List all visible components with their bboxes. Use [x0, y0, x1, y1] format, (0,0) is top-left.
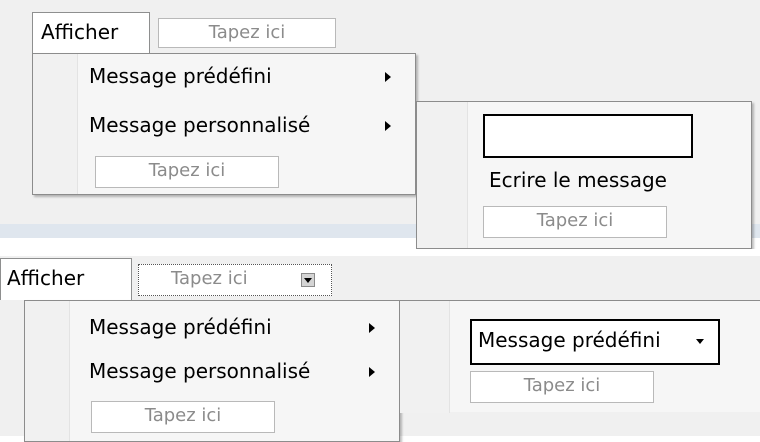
- bottom-message-combobox-value: Message prédéfini: [478, 328, 661, 352]
- top-submenu-item-ecrire-label: Ecrire le message: [489, 168, 667, 192]
- top-submenu: Ecrire le message Tapez ici: [416, 101, 752, 249]
- bottom-menu-item-predefini[interactable]: Message prédéfini: [89, 313, 389, 343]
- top-menu-afficher[interactable]: Afficher: [32, 12, 150, 54]
- bottom-menu-afficher[interactable]: Afficher: [0, 258, 132, 300]
- top-menu-typehere[interactable]: Tapez ici: [95, 156, 279, 188]
- top-menu-item-personnalise-label: Message personnalisé: [89, 113, 311, 137]
- bottom-menu-item-personnalise-label: Message personnalisé: [89, 359, 311, 383]
- submenu-arrow-icon: [385, 121, 391, 131]
- chevron-down-icon: [304, 278, 312, 283]
- top-menubar-typehere-label: Tapez ici: [208, 22, 286, 43]
- bottom-dropdown-menu: Message prédéfini Message personnalisé T…: [24, 300, 400, 442]
- bottom-dropdown-gutter: [25, 301, 70, 441]
- bottom-menu-item-personnalise[interactable]: Message personnalisé: [89, 357, 389, 387]
- bottom-submenu: Message prédéfini Tapez ici: [400, 300, 760, 413]
- bottom-submenu-typehere-label: Tapez ici: [523, 375, 601, 396]
- top-menu-item-predefini[interactable]: Message prédéfini: [89, 62, 399, 92]
- top-menu-typehere-label: Tapez ici: [148, 160, 226, 181]
- top-message-textbox[interactable]: [483, 114, 693, 158]
- screenshot-separator: [0, 249, 760, 256]
- top-submenu-item-ecrire[interactable]: Ecrire le message: [489, 166, 729, 196]
- bottom-typehere-dropdown-button[interactable]: [301, 273, 315, 287]
- top-menu-afficher-label: Afficher: [41, 20, 119, 44]
- bottom-submenu-gutter: [400, 301, 450, 413]
- bottom-submenu-typehere[interactable]: Tapez ici: [470, 371, 654, 403]
- top-submenu-typehere-label: Tapez ici: [536, 210, 614, 231]
- top-dropdown-menu: Message prédéfini Message personnalisé T…: [32, 53, 416, 195]
- submenu-arrow-icon: [369, 367, 375, 377]
- submenu-arrow-icon: [369, 323, 375, 333]
- top-submenu-gutter: [417, 102, 468, 248]
- chevron-down-icon[interactable]: [696, 339, 704, 344]
- bottom-menubar-typehere-label: Tapez ici: [171, 268, 248, 289]
- bottom-menu-afficher-label: Afficher: [7, 266, 85, 290]
- top-menu-item-personnalise[interactable]: Message personnalisé: [89, 111, 399, 141]
- bottom-menubar-typehere[interactable]: Tapez ici: [138, 264, 332, 296]
- top-submenu-typehere[interactable]: Tapez ici: [483, 206, 667, 238]
- bottom-message-combobox[interactable]: Message prédéfini: [470, 319, 720, 365]
- bottom-menu-typehere[interactable]: Tapez ici: [91, 401, 275, 433]
- bottom-menu-item-predefini-label: Message prédéfini: [89, 315, 272, 339]
- bottom-menu-typehere-label: Tapez ici: [144, 405, 222, 426]
- top-menubar-typehere[interactable]: Tapez ici: [158, 18, 336, 48]
- submenu-arrow-icon: [385, 72, 391, 82]
- top-dropdown-gutter: [33, 54, 78, 194]
- top-menu-item-predefini-label: Message prédéfini: [89, 64, 272, 88]
